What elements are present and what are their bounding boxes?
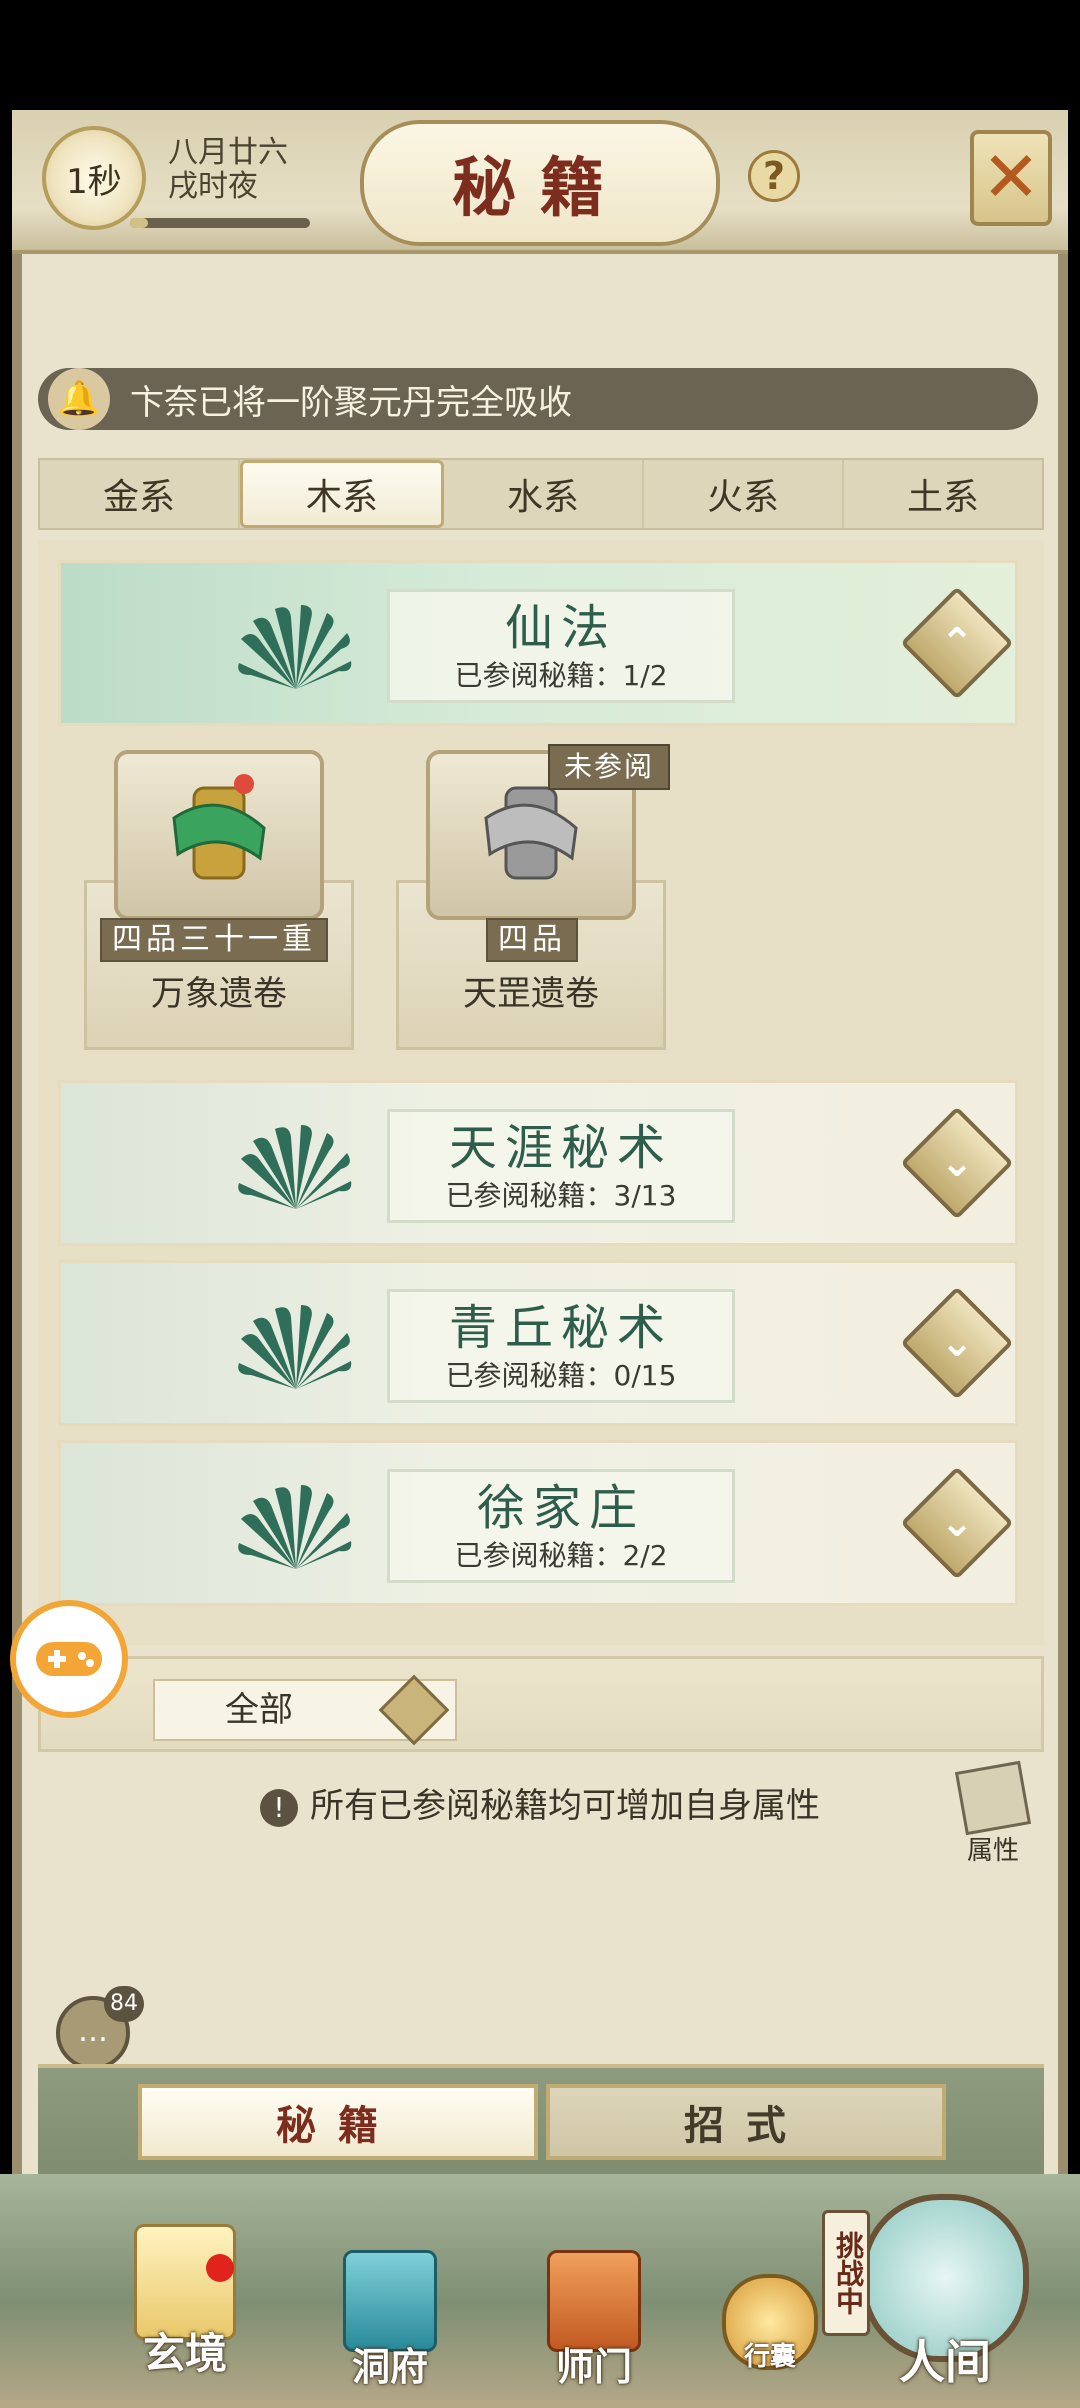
category-tianya[interactable]: 天涯秘术 已参阅秘籍：3/13 ⌄: [58, 1080, 1018, 1246]
close-button[interactable]: ✕: [970, 130, 1052, 226]
notice-text: 卞奈已将一阶聚元丹完全吸收: [130, 382, 572, 423]
category-name: 仙法: [504, 600, 617, 656]
page-title: 秘籍: [360, 120, 720, 246]
nav-xuanjing[interactable]: 玄境: [120, 2224, 250, 2381]
hint-text: 所有已参阅秘籍均可增加自身属性: [310, 1786, 820, 1826]
tab-water[interactable]: 水系: [444, 460, 644, 528]
expand-button[interactable]: ⌄: [900, 1286, 1014, 1400]
time-progress-bar: [130, 218, 310, 228]
element-tabs: 金系 木系 水系 火系 土系: [38, 458, 1044, 530]
subtab-zhaoshi[interactable]: 招式: [546, 2084, 946, 2160]
category-qingqiu[interactable]: 青丘秘术 已参阅秘籍：0/15 ⌄: [58, 1260, 1018, 1426]
category-xianfa[interactable]: 仙法 已参阅秘籍：1/2 ⌃: [58, 560, 1018, 726]
collapse-button[interactable]: ⌃: [900, 586, 1014, 700]
notice-banner: 🔔 卞奈已将一阶聚元丹完全吸收: [38, 368, 1038, 430]
tab-metal[interactable]: 金系: [40, 460, 240, 528]
fan-icon: [238, 1485, 352, 1569]
chevron-up-icon: ⌃: [940, 620, 974, 666]
category-progress: 已参阅秘籍：1/2: [454, 659, 668, 692]
filter-bar: 全部: [38, 1656, 1044, 1752]
subtab-miji[interactable]: 秘籍: [138, 2084, 538, 2160]
attributes-label: 属性: [966, 1836, 1019, 1866]
category-plate: 青丘秘术 已参阅秘籍：0/15: [387, 1289, 735, 1403]
nav-shimen[interactable]: 师门: [534, 2250, 654, 2391]
book-name: 万象遗卷: [151, 974, 287, 1014]
chevron-down-icon: ⌄: [940, 1140, 974, 1186]
book-card[interactable]: 四品三十一重 万象遗卷: [84, 730, 354, 1060]
category-progress: 已参阅秘籍：0/15: [445, 1359, 677, 1392]
chat-icon: …: [78, 2014, 108, 2049]
tab-earth[interactable]: 土系: [844, 460, 1042, 528]
timer-label: 1秒: [66, 161, 122, 202]
nav-label: 行囊: [743, 2342, 796, 2372]
chevron-down-icon: ⌄: [940, 1500, 974, 1546]
book-frame: [114, 750, 324, 920]
category-progress: 已参阅秘籍：2/2: [454, 1539, 668, 1572]
category-plate: 仙法 已参阅秘籍：1/2: [387, 589, 735, 703]
gamepad-button[interactable]: [10, 1600, 128, 1718]
category-name: 天涯秘术: [448, 1120, 673, 1176]
timer-badge[interactable]: 1秒: [42, 126, 146, 230]
sub-tab-bar: 秘籍 招式: [38, 2064, 1044, 2178]
filter-select[interactable]: 全部: [153, 1674, 457, 1746]
category-xujiazhuang[interactable]: 徐家庄 已参阅秘籍：2/2 ⌄: [58, 1440, 1018, 1606]
bell-icon: 🔔: [48, 368, 110, 430]
chevron-down-icon: ⌄: [940, 1320, 974, 1366]
nav-label: 洞府: [351, 2344, 428, 2389]
fan-icon: [238, 1305, 352, 1389]
nav-label: 人间: [899, 2335, 991, 2389]
notification-dot: [206, 2254, 234, 2282]
tab-wood[interactable]: 木系: [240, 460, 444, 528]
chevron-down-icon: [378, 1674, 450, 1746]
category-name: 青丘秘术: [448, 1300, 673, 1356]
category-list: 仙法 已参阅秘籍：1/2 ⌃ 天涯秘术 已参阅秘籍：3/13 ⌄ 青丘秘术 已参…: [38, 540, 1044, 1645]
nav-xingnang[interactable]: 行囊: [718, 2274, 822, 2373]
date-line-1: 八月廿六: [168, 135, 288, 170]
info-icon: !: [260, 1788, 298, 1827]
nav-dongfu[interactable]: 洞府: [330, 2250, 450, 2391]
date-line-2: 戌时夜: [168, 169, 258, 204]
expand-button[interactable]: ⌄: [900, 1106, 1014, 1220]
category-progress: 已参阅秘籍：3/13: [445, 1179, 677, 1212]
nav-label: 玄境: [142, 2329, 227, 2378]
unread-badge: 未参阅: [548, 744, 670, 790]
book-grade: 四品三十一重: [100, 918, 328, 962]
help-button[interactable]: ?: [748, 150, 800, 202]
hint-line: ! 所有已参阅秘籍均可增加自身属性: [0, 1778, 1080, 1827]
close-icon: ✕: [981, 136, 1041, 218]
book-name: 天罡遗卷: [463, 974, 599, 1014]
bottom-nav: 玄境 洞府 师门 行囊 人间 挑战中: [0, 2174, 1080, 2408]
nav-label: 师门: [555, 2344, 632, 2389]
time-progress-fill: [130, 218, 148, 228]
expand-button[interactable]: ⌄: [900, 1466, 1014, 1580]
chat-count-badge: 84: [104, 1986, 144, 2022]
fan-icon: [238, 1125, 352, 1209]
book-icon: [954, 1760, 1032, 1836]
challenge-badge[interactable]: 挑战中: [822, 2210, 870, 2336]
category-name: 徐家庄: [476, 1480, 645, 1536]
scroll-icon: [172, 774, 266, 880]
tab-fire[interactable]: 火系: [644, 460, 844, 528]
category-plate: 天涯秘术 已参阅秘籍：3/13: [387, 1109, 735, 1223]
filter-selected: 全部: [225, 1690, 293, 1730]
book-grade: 四品: [486, 918, 578, 962]
attributes-button[interactable]: 属性: [950, 1760, 1036, 1866]
fan-icon: [238, 605, 352, 689]
category-plate: 徐家庄 已参阅秘籍：2/2: [387, 1469, 735, 1583]
gamepad-icon: [36, 1642, 102, 1676]
nav-renjian[interactable]: 人间: [860, 2194, 1030, 2392]
